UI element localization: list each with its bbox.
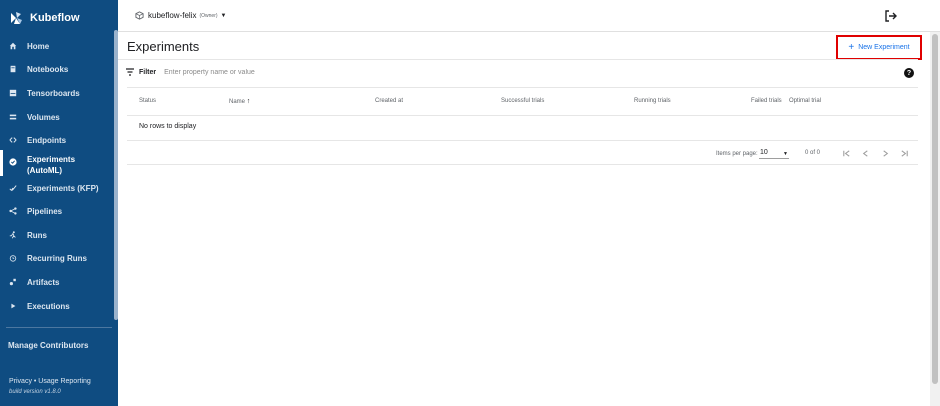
sidebar-item-label: Tensorboards [27, 89, 80, 98]
pipelines-icon [8, 206, 18, 216]
manage-contributors-link[interactable]: Manage Contributors [8, 341, 88, 350]
sidebar-item-notebooks[interactable]: Notebooks [0, 64, 114, 75]
header-divider [118, 59, 918, 60]
last-page-icon [900, 149, 908, 157]
footer-links[interactable]: Privacy • Usage Reporting [9, 378, 91, 385]
help-icon[interactable]: ? [904, 68, 914, 78]
sidebar-item-label: Experiments (KFP) [27, 184, 99, 193]
column-header-status[interactable]: Status [139, 98, 156, 104]
sidebar-item-label: Recurring Runs [27, 254, 88, 263]
sidebar-item-label: Volumes [27, 113, 60, 122]
new-experiment-button[interactable]: + New Experiment [836, 35, 922, 60]
items-per-page-select[interactable]: 10 ▼ [759, 147, 789, 159]
sidebar-item-label: Endpoints [27, 136, 67, 145]
tensorboard-icon [8, 88, 18, 98]
main-content: Experiments + New Experiment Filter ? St… [118, 32, 930, 406]
empty-table-message: No rows to display [139, 123, 197, 130]
sidebar-divider [6, 327, 112, 328]
column-header-running-trials[interactable]: Running trials [634, 98, 671, 104]
check-circle-icon [8, 157, 18, 167]
kubeflow-logo-icon [11, 12, 22, 24]
runs-icon [8, 230, 18, 240]
top-bar: kubeflow-felix (Owner) ▼ [118, 0, 940, 32]
items-per-page-label: Items per page: [716, 151, 758, 157]
check-icon [8, 183, 18, 193]
page-title: Experiments [127, 39, 200, 54]
filter-label: Filter [139, 68, 157, 76]
sidebar-item-executions[interactable]: Executions [0, 301, 114, 312]
chevron-left-icon [862, 149, 868, 157]
sidebar-item-pipelines[interactable]: Pipelines [0, 206, 114, 217]
sidebar-item-recurring-runs[interactable]: Recurring Runs [0, 253, 114, 264]
column-header-created-at[interactable]: Created at [375, 98, 403, 104]
sidebar-item-label: Notebooks [27, 65, 69, 74]
volume-icon [8, 112, 18, 122]
sidebar-item-label: Home [27, 42, 50, 51]
build-version: build version v1.8.0 [9, 389, 61, 395]
notebook-icon [8, 64, 18, 74]
sidebar-item-label: Executions [27, 302, 70, 311]
namespace-role: (Owner) [199, 12, 218, 19]
column-header-optimal-trial[interactable]: Optimal trial [789, 98, 821, 104]
page-scrollbar-thumb[interactable] [932, 34, 938, 384]
paginator-divider [127, 164, 918, 165]
play-icon [8, 301, 18, 311]
namespace-selector[interactable]: kubeflow-felix (Owner) ▼ [135, 11, 226, 20]
chevron-down-icon: ▼ [783, 151, 788, 157]
new-experiment-label: New Experiment [858, 44, 910, 51]
sidebar-item-runs[interactable]: Runs [0, 230, 114, 241]
column-header-successful-trials[interactable]: Successful trials [501, 98, 544, 104]
home-icon [8, 41, 18, 51]
sidebar-item-label: Runs [27, 231, 47, 240]
sidebar-item-label: Pipelines [27, 207, 63, 216]
artifacts-icon [8, 277, 18, 287]
filter-icon [126, 68, 134, 76]
chevron-down-icon: ▼ [220, 12, 227, 19]
sidebar-item-experiments-kfp[interactable]: Experiments (KFP) [0, 183, 114, 194]
paginator: Items per page: 10 ▼ 0 of 0 [127, 141, 918, 165]
brand[interactable]: Kubeflow [8, 9, 80, 27]
sidebar-item-volumes[interactable]: Volumes [0, 112, 114, 123]
filter-bar: Filter [125, 67, 365, 77]
sort-arrow-up-icon: ↑ [246, 98, 251, 105]
logout-icon[interactable] [884, 9, 898, 23]
table-header: Status Name ↑ Created at Successful tria… [127, 96, 918, 108]
sidebar-item-experiments-automl[interactable]: Experiments (AutoML) [0, 150, 114, 176]
column-header-name-label: Name [229, 99, 246, 105]
next-page-button[interactable] [878, 146, 892, 160]
column-header-failed-trials[interactable]: Failed trials [751, 98, 782, 104]
namespace-cube-icon [135, 11, 144, 20]
first-page-button[interactable] [839, 146, 853, 160]
first-page-icon [842, 149, 850, 157]
sidebar-item-endpoints[interactable]: Endpoints [0, 135, 114, 146]
sidebar-item-home[interactable]: Home [0, 41, 114, 52]
previous-page-button[interactable] [858, 146, 872, 160]
endpoints-icon [8, 135, 18, 145]
table-header-divider [127, 115, 918, 116]
alarm-icon [8, 253, 18, 263]
sidebar-item-tensorboards[interactable]: Tensorboards [0, 88, 114, 99]
sidebar-item-artifacts[interactable]: Artifacts [0, 277, 114, 288]
filter-divider [127, 87, 918, 88]
items-per-page-value: 10 [760, 149, 768, 156]
namespace-name: kubeflow-felix [148, 11, 197, 20]
filter-input[interactable] [164, 68, 365, 76]
plus-icon: + [848, 41, 855, 53]
page-scrollbar[interactable] [930, 32, 940, 406]
last-page-button[interactable] [897, 146, 911, 160]
sidebar: Kubeflow Home Notebooks Tensorboards Vol… [0, 0, 118, 406]
page-range: 0 of 0 [805, 150, 821, 156]
brand-name: Kubeflow [30, 12, 80, 24]
column-header-name[interactable]: Name ↑ [229, 98, 250, 105]
sidebar-item-label: Artifacts [27, 278, 60, 287]
sidebar-item-label: Experiments (AutoML) [27, 155, 76, 175]
chevron-right-icon [882, 149, 888, 157]
